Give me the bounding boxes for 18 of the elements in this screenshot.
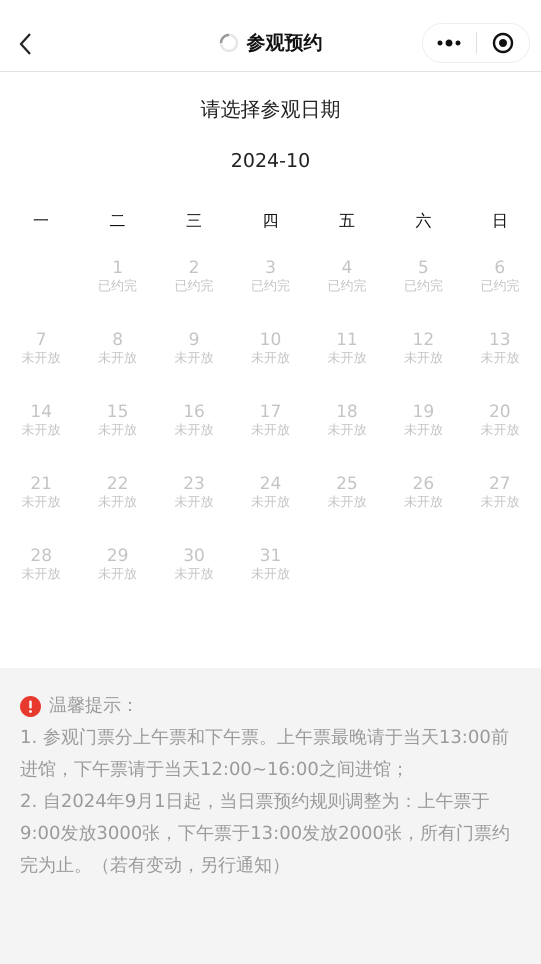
weekday-label: 日: [492, 210, 508, 232]
weekday-label: 二: [110, 210, 126, 232]
target-icon: [492, 32, 514, 54]
weekday-label: 六: [415, 210, 432, 232]
month-label: 2024-10: [230, 149, 312, 174]
page-title: 参观预约: [246, 30, 322, 56]
notice-text: 1. 参观门票分上午票和下午票。上午票最晚请于当天13:00前进馆，下午票请于当天12:00~16:00之间进馆；: [20, 726, 510, 782]
more-icon: [436, 39, 462, 47]
back-button[interactable]: [18, 32, 32, 56]
warning-icon: [20, 696, 41, 716]
weekday-label: 五: [338, 210, 355, 232]
notice-title: 温馨提示：: [49, 694, 139, 718]
weekday-label: 一: [33, 210, 50, 232]
notice-text: 2. 自2024年9月1日起，当日票预约规则调整为：上午票于9:00发放3000张，下午票于13:00发放2000张，所有门票约完为止。（若有变动，另行通知）: [20, 790, 511, 878]
back-icon: [18, 32, 32, 56]
weekday-label: 四: [262, 210, 278, 232]
prompt-text: 请选择参观日期: [200, 96, 342, 122]
weekday-label: 三: [186, 210, 202, 232]
